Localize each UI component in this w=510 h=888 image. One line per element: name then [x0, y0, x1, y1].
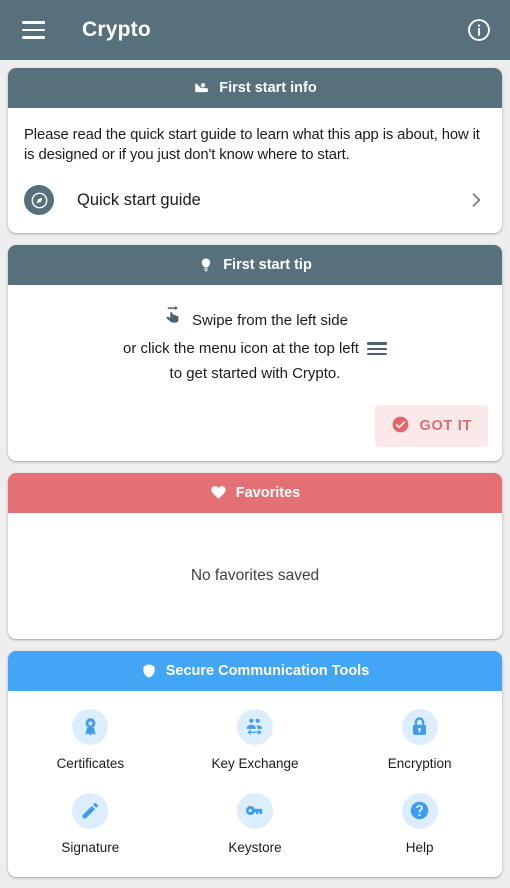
- heart-icon: [210, 484, 227, 501]
- tool-label: Help: [405, 839, 434, 855]
- quick-start-guide-label: Quick start guide: [77, 190, 201, 209]
- tip-line-3-text: to get started with Crypto.: [169, 365, 341, 383]
- swipe-right-gesture-icon: [162, 305, 184, 336]
- tool-key-exchange[interactable]: Key Exchange: [173, 705, 338, 775]
- favorites-empty-text: No favorites saved: [190, 566, 320, 584]
- card-header-secure-tools: Secure Communication Tools: [8, 650, 502, 691]
- lightbulb-icon: [198, 257, 214, 273]
- raised-hand-person-icon: [193, 80, 210, 97]
- card-title-text: Secure Communication Tools: [165, 662, 370, 679]
- card-title-text: Favorites: [235, 484, 301, 501]
- info-circle-icon[interactable]: [464, 15, 494, 45]
- card-title-text: First start info: [219, 80, 317, 96]
- tool-label: Signature: [61, 839, 120, 855]
- tool-label: Certificates: [56, 755, 125, 771]
- award-ribbon-icon: [72, 708, 109, 745]
- tool-certificates[interactable]: Certificates: [8, 705, 173, 775]
- tool-keystore[interactable]: Keystore: [173, 789, 338, 859]
- got-it-button[interactable]: GOT IT: [375, 404, 488, 447]
- tip-line-2-text: or click the menu icon at the top left: [123, 339, 359, 357]
- chevron-right-icon: [466, 190, 486, 210]
- got-it-button-label: GOT IT: [419, 417, 472, 434]
- page-content: First start info Please read the quick s…: [0, 60, 510, 885]
- tip-actions: GOT IT: [8, 395, 502, 461]
- people-exchange-icon: [236, 708, 273, 745]
- compass-explore-icon: [24, 185, 54, 216]
- tip-line-1: Swipe from the left side: [24, 305, 486, 336]
- card-secure-communication-tools: Secure Communication Tools Certificates: [8, 650, 502, 877]
- card-first-start-info: First start info Please read the quick s…: [8, 68, 502, 234]
- secure-tools-grid: Certificates Key Exchange Encryption Sig…: [8, 691, 502, 877]
- lock-icon: [401, 708, 438, 745]
- card-header-first-start-tip: First start tip: [8, 245, 502, 286]
- card-header-favorites: Favorites: [8, 472, 502, 513]
- first-start-info-text: Please read the quick start guide to lea…: [24, 127, 480, 163]
- quick-start-guide-row[interactable]: Quick start guide: [24, 171, 486, 233]
- tool-help[interactable]: Help: [337, 789, 502, 859]
- card-body-first-start-tip: Swipe from the left side or click the me…: [8, 285, 502, 395]
- tool-encryption[interactable]: Encryption: [337, 705, 502, 775]
- key-icon: [236, 792, 273, 829]
- tool-signature[interactable]: Signature: [8, 789, 173, 859]
- tool-label: Keystore: [228, 839, 282, 855]
- card-header-first-start-info: First start info: [8, 68, 502, 108]
- card-favorites: Favorites No favorites saved: [8, 472, 502, 639]
- card-first-start-tip: First start tip Swipe from the left side…: [8, 245, 502, 461]
- page-title: Crypto: [82, 18, 151, 41]
- check-circle-icon: [391, 415, 410, 437]
- tool-label: Encryption: [387, 755, 452, 771]
- hamburger-menu-icon[interactable]: [16, 13, 50, 47]
- card-body-first-start-info: Please read the quick start guide to lea…: [8, 108, 502, 233]
- tip-line-3: to get started with Crypto.: [24, 361, 486, 387]
- tool-label: Key Exchange: [211, 755, 299, 771]
- help-circle-icon: [401, 792, 438, 829]
- tip-line-1-text: Swipe from the left side: [192, 311, 348, 329]
- card-body-favorites: No favorites saved: [8, 513, 502, 639]
- shield-icon: [141, 663, 157, 679]
- card-title-text: First start tip: [223, 257, 312, 274]
- hamburger-menu-icon: [366, 342, 387, 355]
- tip-line-2: or click the menu icon at the top left: [24, 336, 486, 362]
- app-bar: Crypto: [0, 0, 510, 60]
- pencil-icon: [72, 792, 109, 829]
